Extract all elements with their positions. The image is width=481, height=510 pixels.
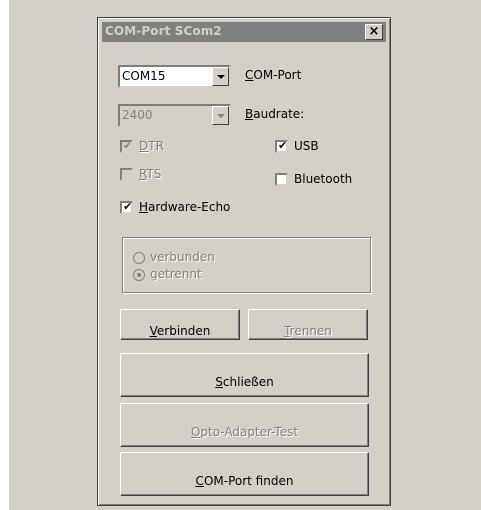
close-icon: ×: [368, 24, 380, 39]
close-button[interactable]: Schließen: [120, 353, 369, 397]
rts-label: RTS: [139, 167, 162, 181]
check-icon: ✔: [123, 139, 133, 152]
close-button-label: Schließen: [215, 375, 274, 389]
com-port-dialog: COM-Port SCom2 × COM15 COM-Port 2400 Bau…: [97, 17, 391, 506]
check-icon: ✔: [278, 139, 288, 152]
connected-label: verbunden: [150, 250, 215, 264]
opto-adapter-test-button: Opto-Adapter-Test: [120, 403, 369, 447]
com-port-label: COM-Port: [245, 68, 302, 82]
dtr-checkbox: ✔: [120, 139, 133, 153]
chevron-down-icon[interactable]: [212, 67, 229, 86]
disconnect-button-label: Trennen: [284, 324, 332, 338]
chevron-down-icon: [212, 106, 229, 125]
disconnect-button: Trennen: [248, 309, 368, 340]
com-port-value: COM15: [122, 69, 166, 83]
disconnected-radio: [133, 269, 145, 281]
hardware-echo-label: Hardware-Echo: [139, 200, 231, 214]
title-bar[interactable]: COM-Port SCom2 ×: [102, 22, 386, 42]
check-icon: ✔: [123, 200, 133, 213]
rts-checkbox: [120, 168, 133, 181]
connect-button-label: Verbinden: [149, 324, 211, 338]
opto-adapter-test-label: Opto-Adapter-Test: [190, 425, 299, 439]
find-com-port-button[interactable]: COM-Port finden: [120, 452, 369, 496]
radio-dot-icon: [137, 273, 141, 277]
baudrate-value: 2400: [122, 108, 153, 122]
connect-button[interactable]: Verbinden: [120, 309, 240, 340]
baudrate-select: 2400: [118, 104, 231, 127]
window-title: COM-Port SCom2: [105, 24, 222, 38]
bluetooth-label: Bluetooth: [294, 172, 353, 186]
dtr-label: DTR: [139, 139, 164, 153]
usb-checkbox[interactable]: ✔: [275, 139, 288, 153]
hardware-echo-checkbox[interactable]: ✔: [120, 200, 133, 214]
connection-status-group: verbunden getrennt: [122, 237, 371, 293]
disconnected-label: getrennt: [150, 267, 202, 281]
connected-radio: [133, 252, 145, 264]
close-window-button[interactable]: ×: [365, 24, 383, 40]
usb-label: USB: [294, 139, 319, 153]
baudrate-label: Baudrate:: [245, 107, 305, 121]
find-com-port-label: COM-Port finden: [195, 474, 294, 488]
com-port-select[interactable]: COM15: [118, 65, 231, 88]
bluetooth-checkbox[interactable]: [275, 173, 288, 186]
